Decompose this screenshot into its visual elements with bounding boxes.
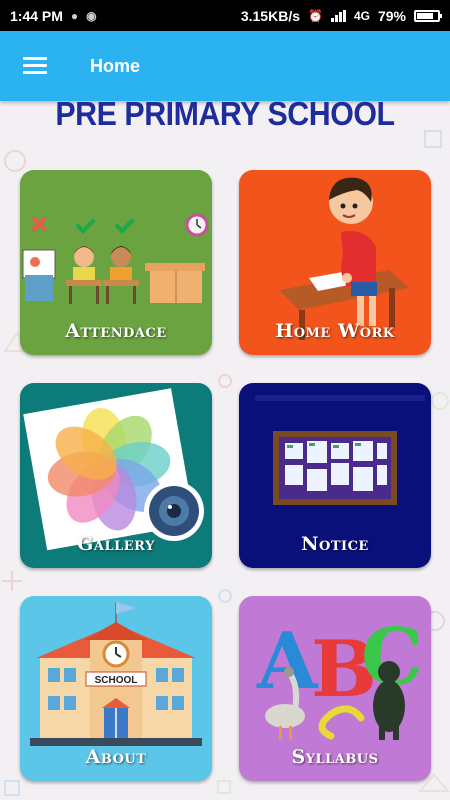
about-tile[interactable]: SCHOOL About (20, 596, 212, 781)
svg-text:SCHOOL: SCHOOL (95, 675, 138, 686)
homework-tile[interactable]: Home Work (239, 170, 431, 355)
alarm-icon: ⏰ (308, 8, 323, 23)
status-bar: 1:44 PM ● ◉ 3.15KB/s ⏰ 4G 79% (0, 0, 450, 31)
chat-icon: ◉ (86, 8, 97, 23)
battery-percent: 79% (377, 7, 406, 24)
gallery-label: Gallery (77, 533, 155, 555)
battery-icon (414, 9, 442, 22)
signal-icon (330, 9, 346, 22)
syllabus-tile[interactable]: A B C Syllabus (239, 596, 431, 781)
notice-label: Notice (301, 533, 369, 555)
status-time: 1:44 PM (10, 7, 63, 24)
svg-text:A: A (256, 616, 319, 707)
attendance-tile[interactable]: Attendace (20, 170, 212, 355)
homework-label: Home Work (275, 320, 395, 342)
syllabus-label: Syllabus (291, 746, 379, 768)
page-title: Home (90, 55, 141, 76)
school-name-heading: PRE PRIMARY SCHOOL (55, 95, 395, 132)
attendance-label: Attendace (65, 320, 167, 342)
notification-icon: ● (70, 8, 79, 23)
network-speed: 3.15KB/s (240, 7, 300, 24)
notice-tile[interactable]: Notice (239, 383, 431, 568)
app-bar: Home (0, 31, 450, 101)
hamburger-menu-icon[interactable] (23, 57, 47, 75)
network-type: 4G (353, 8, 370, 23)
gallery-tile[interactable]: Gallery (20, 383, 212, 568)
about-label: About (85, 746, 147, 768)
